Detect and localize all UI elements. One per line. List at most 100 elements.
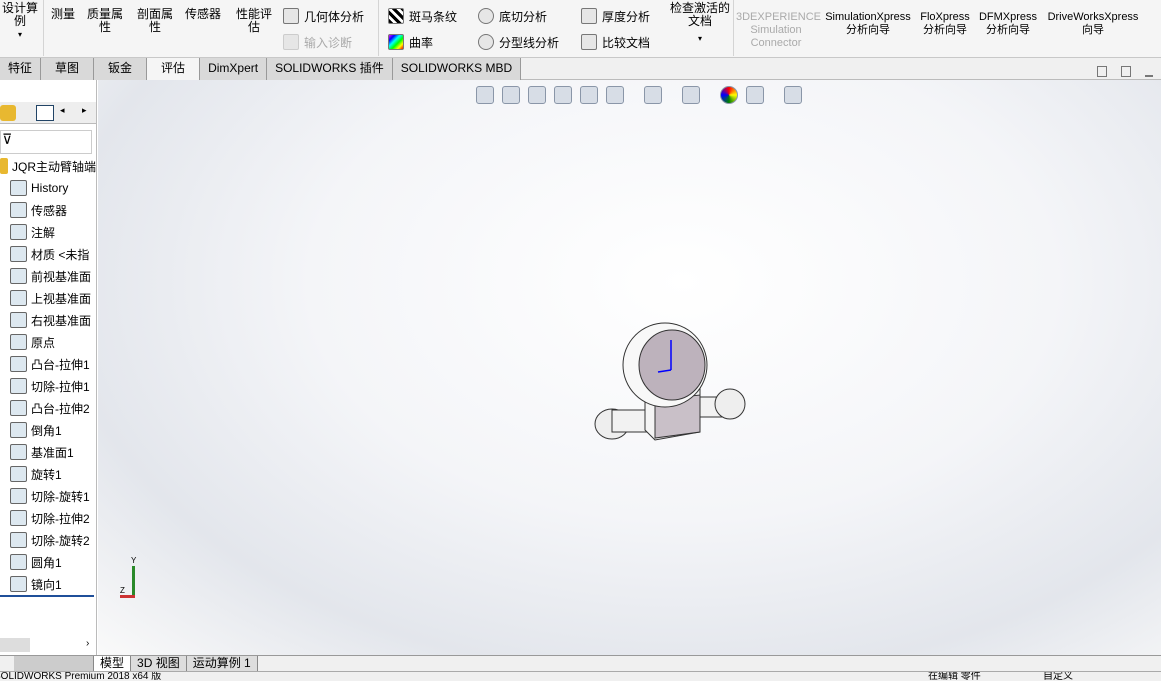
- feature-tree-tab-icon[interactable]: [0, 105, 16, 121]
- part-icon: [0, 158, 8, 174]
- zebra-icon: [388, 8, 404, 24]
- tree-item[interactable]: 原点: [10, 332, 55, 352]
- horizontal-scrollbar[interactable]: [0, 638, 30, 652]
- tab-sheet-metal[interactable]: 钣金: [94, 58, 148, 80]
- tab-features[interactable]: 特征: [0, 58, 42, 80]
- zebra-stripes-button[interactable]: 斑马条纹: [388, 6, 457, 26]
- tab-model[interactable]: 模型: [94, 656, 132, 671]
- dfmxpress-button[interactable]: DFMXpress 分析向导: [976, 11, 1040, 37]
- undercut-analysis-button[interactable]: 底切分析: [478, 6, 547, 26]
- display-style-icon[interactable]: [644, 86, 662, 104]
- import-diagnostics-button[interactable]: 输入诊断: [283, 32, 352, 52]
- zoom-to-area-icon[interactable]: [502, 86, 520, 104]
- tree-item-label: 前视基准面: [31, 269, 92, 284]
- tab-solidworks-mbd[interactable]: SOLIDWORKS MBD: [392, 58, 522, 80]
- tree-item[interactable]: 切除-旋转2: [10, 530, 90, 550]
- tree-item[interactable]: 凸台-拉伸2: [10, 398, 90, 418]
- tree-item-label: 凸台-拉伸1: [31, 357, 90, 372]
- thickness-analysis-button[interactable]: 厚度分析: [581, 6, 650, 26]
- sensors-button[interactable]: 传感器: [180, 8, 226, 21]
- tree-item-label: 切除-旋转1: [31, 489, 90, 504]
- tree-item[interactable]: 旋转1: [10, 464, 62, 484]
- tree-item[interactable]: 凸台-拉伸1: [10, 354, 90, 374]
- floxpress-button[interactable]: FloXpress 分析向导: [918, 11, 972, 37]
- section-view-icon[interactable]: [554, 86, 572, 104]
- curvature-button[interactable]: 曲率: [388, 32, 433, 52]
- tree-item[interactable]: 注解: [10, 222, 55, 242]
- filter-icon[interactable]: ⊽: [0, 130, 92, 154]
- label: JQR主动臂轴端: [12, 159, 97, 174]
- rollback-bar[interactable]: [0, 595, 94, 597]
- section-properties-button[interactable]: 剖面属性: [132, 8, 178, 34]
- apply-scene-icon[interactable]: [746, 86, 764, 104]
- simulation-connector-button[interactable]: 3DEXPERIENCE Simulation Connector: [736, 11, 821, 50]
- undercut-icon: [478, 8, 494, 24]
- tree-root[interactable]: JQR主动臂轴端: [0, 156, 96, 176]
- edit-appearance-icon[interactable]: [720, 86, 738, 104]
- minimize-icon[interactable]: [1145, 66, 1153, 77]
- design-study-button[interactable]: 设计算例 ▾: [0, 2, 40, 41]
- tab-3d-view[interactable]: 3D 视图: [131, 656, 187, 671]
- units-selector[interactable]: 自定义: [1043, 672, 1073, 681]
- tree-item-label: 圆角1: [31, 555, 62, 570]
- zoom-to-fit-icon[interactable]: [476, 86, 494, 104]
- tree-item[interactable]: 材质 <未指: [10, 244, 89, 264]
- compare-documents-button[interactable]: 比较文档: [581, 32, 650, 52]
- curvature-icon: [388, 34, 404, 50]
- tree-item[interactable]: History: [10, 178, 68, 198]
- import-diagnostics-icon: [283, 34, 299, 50]
- bottom-tabs: 模型 3D 视图 运动算例 1: [0, 655, 1161, 671]
- tab-evaluate[interactable]: 评估: [147, 58, 201, 80]
- part-model[interactable]: [98, 80, 1161, 655]
- tree-item[interactable]: 传感器: [10, 200, 67, 220]
- parting-line-button[interactable]: 分型线分析: [478, 32, 559, 52]
- measure-button[interactable]: 测量: [48, 8, 78, 21]
- tab-scroll-right-icon[interactable]: ▸: [82, 105, 87, 116]
- tab-solidworks-addins[interactable]: SOLIDWORKS 插件: [267, 58, 393, 80]
- tree-item[interactable]: 圆角1: [10, 552, 62, 572]
- view-settings-icon[interactable]: [784, 86, 802, 104]
- tree-item[interactable]: 前视基准面: [10, 266, 91, 286]
- feature-icon: [10, 180, 27, 196]
- tree-item[interactable]: 上视基准面: [10, 288, 91, 308]
- feature-icon: [10, 290, 27, 306]
- tab-sketch[interactable]: 草图: [41, 58, 95, 80]
- feature-icon: [10, 444, 27, 460]
- check-active-document-button[interactable]: 检查激活的文档 ▾: [670, 2, 730, 45]
- feature-icon: [10, 422, 27, 438]
- feature-icon: [10, 378, 27, 394]
- tree-item[interactable]: 镜向1: [10, 574, 62, 594]
- graphics-area[interactable]: [98, 80, 1161, 655]
- tree-item[interactable]: 切除-拉伸2: [10, 508, 90, 528]
- tab-motion-study[interactable]: 运动算例 1: [186, 656, 258, 671]
- simulationxpress-button[interactable]: SimulationXpress 分析向导: [820, 11, 916, 37]
- tab-scroll-buttons[interactable]: [14, 656, 94, 671]
- tab-dimxpert[interactable]: DimXpert: [200, 58, 268, 80]
- previous-view-icon[interactable]: [528, 86, 546, 104]
- tree-item-label: 注解: [31, 225, 56, 240]
- tree-item[interactable]: 右视基准面: [10, 310, 91, 330]
- feature-icon: [10, 400, 27, 416]
- dynamic-annotation-icon[interactable]: [580, 86, 598, 104]
- label: 检查激活的文档: [670, 1, 731, 28]
- label: 比较文档: [602, 35, 651, 50]
- tree-item-label: 传感器: [31, 203, 68, 218]
- driveworksxpress-button[interactable]: DriveWorksXpress 向导: [1044, 11, 1142, 37]
- hide-show-items-icon[interactable]: [682, 86, 700, 104]
- tree-item[interactable]: 切除-拉伸1: [10, 376, 90, 396]
- tree-item[interactable]: 倒角1: [10, 420, 62, 440]
- tab-scroll-left-icon[interactable]: ◂: [60, 105, 65, 116]
- mass-properties-button[interactable]: 质量属性: [82, 8, 128, 34]
- tree-item[interactable]: 切除-旋转1: [10, 486, 90, 506]
- restore-left-icon[interactable]: [1097, 66, 1107, 77]
- feature-icon: [10, 224, 27, 240]
- performance-button[interactable]: 性能评估: [232, 8, 276, 34]
- label: 分型线分析: [499, 35, 560, 50]
- scroll-right-icon[interactable]: ›: [86, 638, 89, 649]
- property-manager-tab-icon[interactable]: [36, 105, 54, 121]
- view-orientation-icon[interactable]: [606, 86, 624, 104]
- label: 底切分析: [499, 9, 548, 24]
- restore-right-icon[interactable]: [1121, 66, 1131, 77]
- tree-item[interactable]: 基准面1: [10, 442, 74, 462]
- geometry-analysis-button[interactable]: 几何体分析: [283, 6, 364, 26]
